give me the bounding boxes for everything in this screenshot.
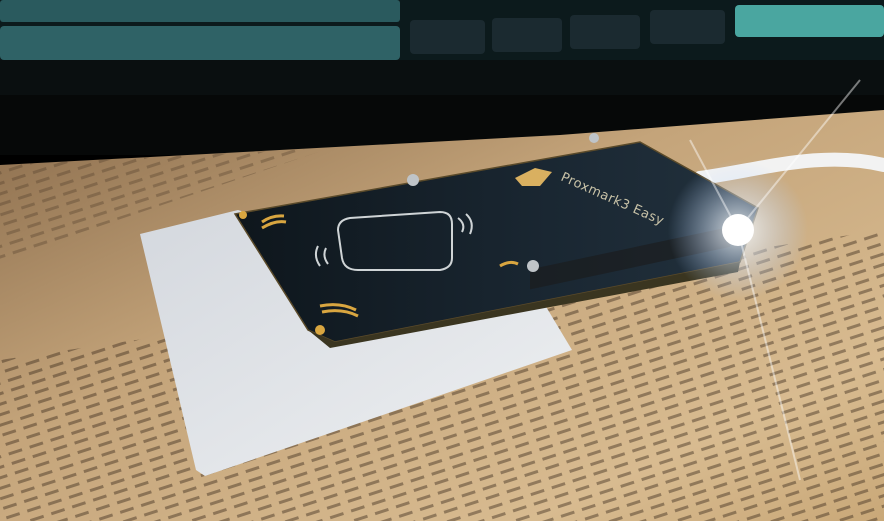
photo-scene: Proxmark3 Easy: [0, 0, 884, 521]
standoff-screw: [407, 174, 419, 186]
standoff-screw: [527, 260, 539, 272]
keyboard-frame: [0, 60, 884, 100]
standoff-screw: [589, 133, 599, 143]
photo-svg: Proxmark3 Easy: [0, 0, 884, 521]
mount-hole: [239, 211, 247, 219]
mount-hole: [315, 325, 325, 335]
